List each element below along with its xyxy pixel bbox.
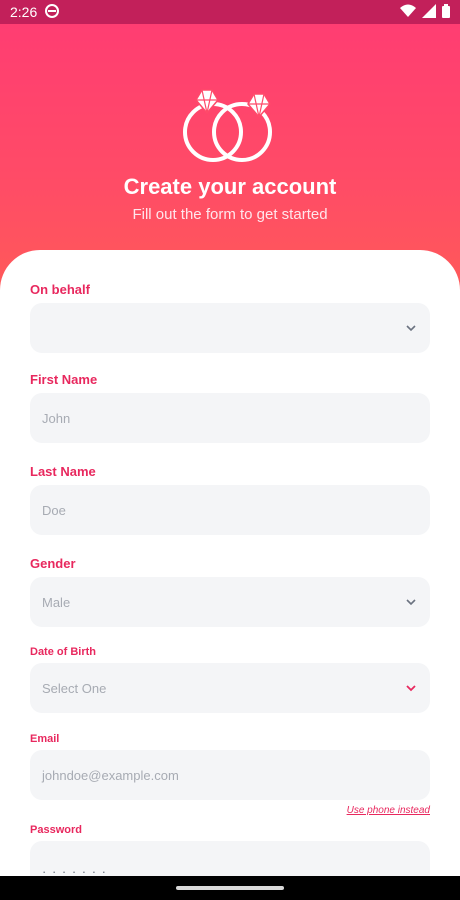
page-subtitle: Fill out the form to get started bbox=[132, 206, 328, 223]
chevron-down-icon bbox=[406, 685, 416, 692]
system-nav-bar bbox=[0, 876, 460, 900]
page-title: Create your account bbox=[123, 174, 337, 199]
email-placeholder: johndoe@example.com bbox=[42, 767, 179, 783]
last-name-placeholder: Doe bbox=[42, 502, 66, 518]
use-phone-link[interactable]: Use phone instead bbox=[300, 805, 430, 816]
gender-select[interactable]: Male bbox=[30, 577, 430, 627]
password-placeholder: · · · · · · · bbox=[42, 863, 107, 877]
dob-placeholder: Select One bbox=[42, 680, 107, 696]
dob-select[interactable]: Select One bbox=[30, 663, 430, 713]
gender-value: Male bbox=[42, 594, 71, 610]
chevron-down-icon bbox=[406, 599, 416, 606]
on-behalf-label: On behalf bbox=[30, 282, 90, 297]
status-icons bbox=[400, 3, 450, 21]
first-name-field[interactable]: John bbox=[30, 393, 430, 443]
dob-label: Date of Birth bbox=[30, 646, 96, 658]
form-sheet: On behalf First Name John Last Name Doe … bbox=[0, 250, 460, 876]
password-field[interactable]: · · · · · · · bbox=[30, 841, 430, 876]
on-behalf-select[interactable] bbox=[30, 303, 430, 353]
first-name-label: First Name bbox=[30, 372, 98, 387]
last-name-label: Last Name bbox=[30, 464, 96, 479]
chevron-down-icon bbox=[406, 325, 416, 332]
last-name-field[interactable]: Doe bbox=[30, 485, 430, 535]
gender-label: Gender bbox=[30, 556, 76, 571]
email-label: Email bbox=[30, 733, 60, 745]
wifi-icon bbox=[400, 4, 416, 21]
dnd-icon bbox=[45, 3, 60, 21]
wedding-rings-icon bbox=[183, 89, 272, 162]
first-name-placeholder: John bbox=[42, 410, 71, 426]
status-bar: 2:26 bbox=[0, 0, 460, 24]
signal-icon bbox=[422, 3, 436, 21]
status-time: 2:26 bbox=[10, 4, 38, 20]
password-label: Password bbox=[30, 824, 82, 836]
battery-icon bbox=[442, 3, 450, 21]
home-indicator[interactable] bbox=[176, 886, 284, 890]
email-field[interactable]: johndoe@example.com bbox=[30, 750, 430, 800]
